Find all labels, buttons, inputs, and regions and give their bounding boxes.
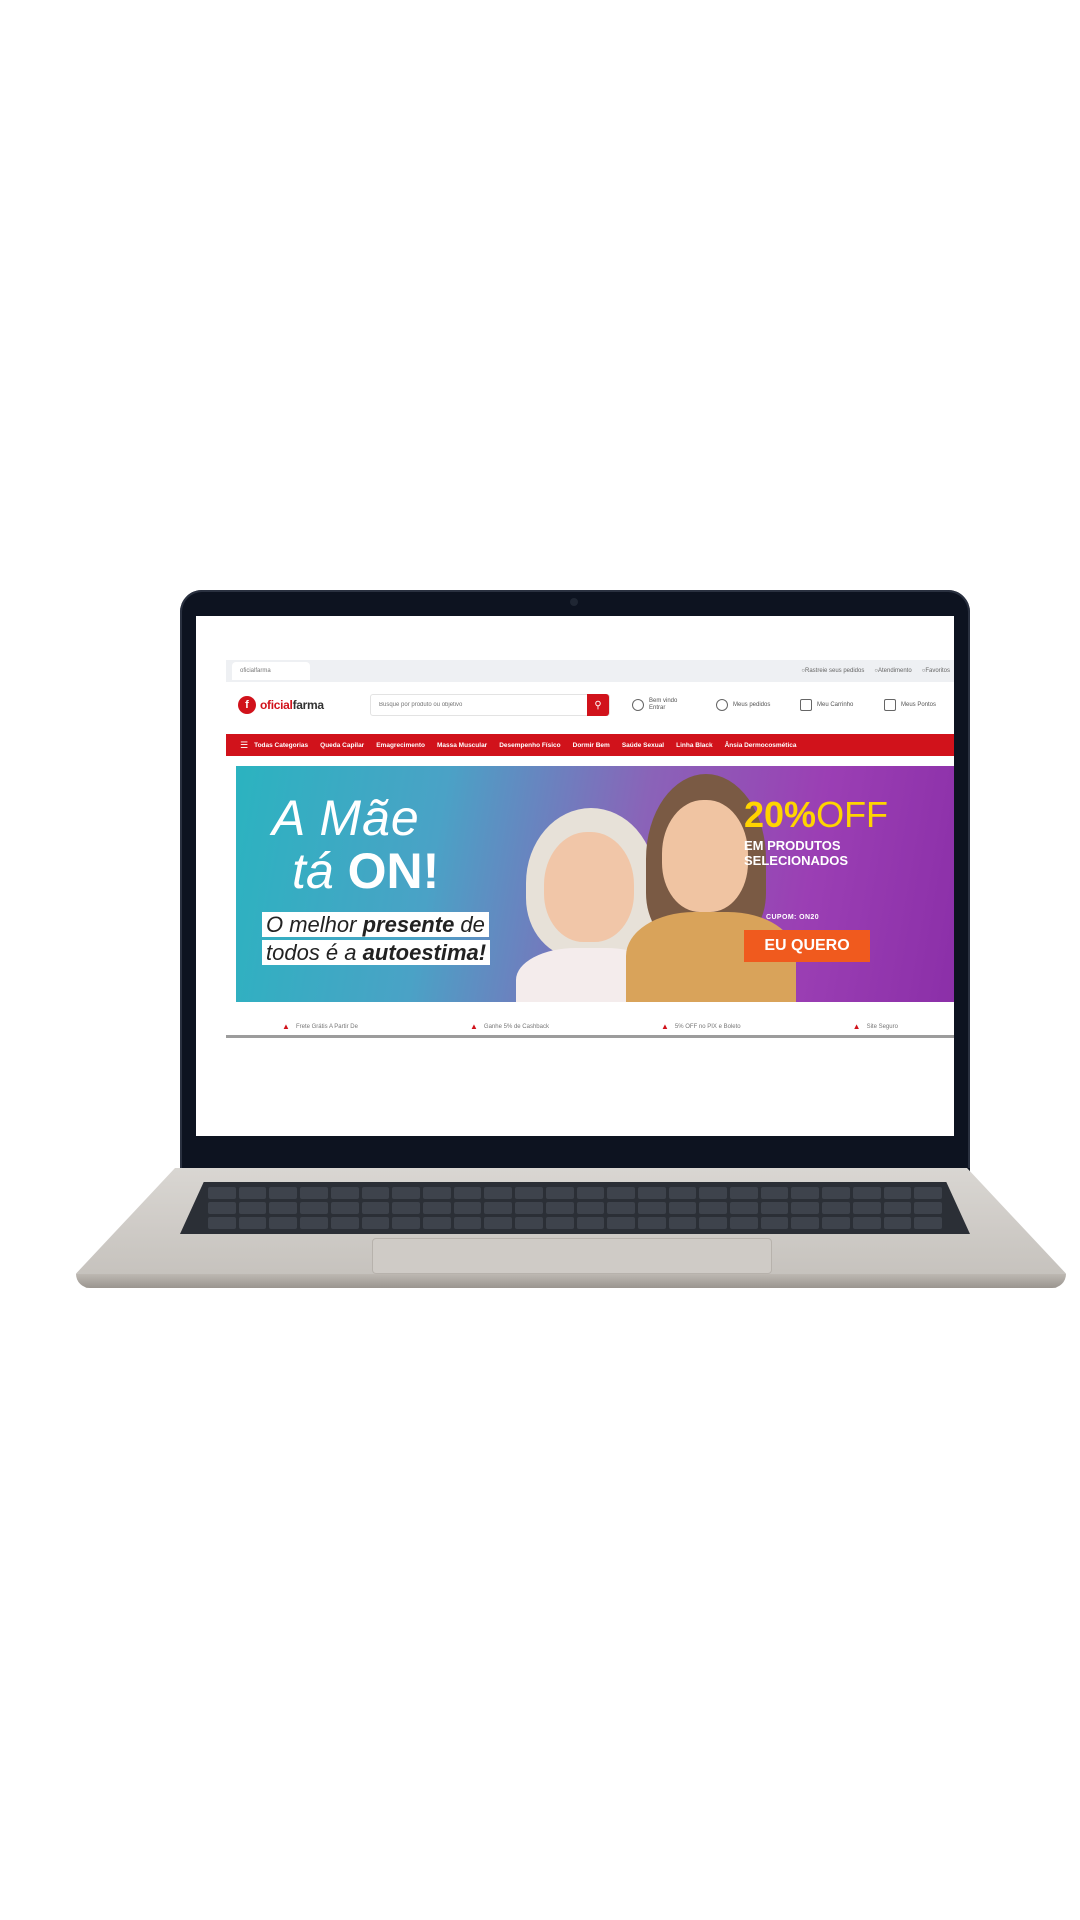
orders-label: Meus pedidos (733, 701, 771, 708)
benefit-free-shipping: ▲ Frete Grátis A Partir De (282, 1022, 358, 1031)
laptop-lid: oficialfarma Rastreie seus pedidos Atend… (180, 590, 970, 1190)
top-link-track-orders[interactable]: Rastreie seus pedidos (801, 668, 864, 674)
hero-banner[interactable]: A Mãe tá ON! O melhor presente de todos … (236, 766, 954, 1002)
benefit-pix-discount: ▲ 5% OFF no PIX e Boleto (661, 1022, 741, 1031)
menu-icon[interactable]: ☰ (240, 740, 248, 751)
offer-subtitle-2: SELECIONADOS (744, 853, 849, 868)
browser-tab[interactable]: oficialfarma (232, 662, 310, 680)
laptop-screen: oficialfarma Rastreie seus pedidos Atend… (196, 616, 954, 1136)
offer-subtitle-1: EM PRODUTOS (744, 838, 841, 853)
benefit-label: Ganhe 5% de Cashback (483, 1023, 549, 1030)
hero-title: A Mãe (272, 790, 420, 846)
nav-item-weight-loss[interactable]: Emagrecimento (376, 742, 425, 749)
discount-icon: ▲ (661, 1022, 669, 1031)
benefit-label: Frete Grátis A Partir De (295, 1023, 358, 1030)
nav-item-all-categories[interactable]: Todas Categorias (254, 742, 308, 749)
cashback-icon: ▲ (470, 1022, 478, 1031)
nav-item-hair-loss[interactable]: Queda Capilar (320, 742, 364, 749)
header-actions: Bem vindo Entrar Meus pedidos Meu Carrin… (632, 698, 952, 712)
orders-link[interactable]: Meus pedidos (716, 698, 784, 712)
top-links: Rastreie seus pedidos Atendimento Favori… (801, 668, 954, 674)
logo-text: oficialfarma (260, 698, 324, 712)
nav-item-dermocosmetics[interactable]: Ânsia Dermocosmética (725, 742, 797, 749)
product-photo: oficialfarma Rastreie seus pedidos Atend… (0, 0, 1080, 1920)
nav-item-black-line[interactable]: Linha Black (676, 742, 712, 749)
search-input[interactable] (371, 695, 587, 715)
cta-button[interactable]: EU QUERO (744, 930, 870, 962)
cart-icon (800, 699, 812, 711)
cart-link[interactable]: Meu Carrinho (800, 698, 868, 712)
cart-label: Meu Carrinho (817, 701, 854, 708)
benefit-cashback: ▲ Ganhe 5% de Cashback (470, 1022, 549, 1031)
nav-item-sexual-health[interactable]: Saúde Sexual (622, 742, 664, 749)
points-link[interactable]: Meus Pontos (884, 698, 952, 712)
mother-face (544, 832, 634, 942)
login-label: Bem vindo Entrar (649, 698, 678, 711)
points-label: Meus Pontos (901, 701, 937, 708)
coupon-code: CUPOM: ON20 (766, 914, 820, 921)
logo-icon: f (238, 696, 256, 714)
slogan-line-1: O melhor presente de (262, 912, 489, 937)
points-icon (884, 699, 896, 711)
slogan-line-2: todos é a autoestima! (262, 940, 491, 965)
search-button[interactable]: ⚲ (587, 694, 609, 716)
browser-bar: oficialfarma Rastreie seus pedidos Atend… (226, 660, 954, 682)
daughter-face (662, 800, 748, 912)
top-link-favorites[interactable]: Favoritos (922, 668, 950, 674)
nav-item-physical-performance[interactable]: Desempenho Físico (499, 742, 560, 749)
nav-item-sleep-well[interactable]: Dormir Bem (573, 742, 610, 749)
login-link[interactable]: Bem vindo Entrar (632, 698, 700, 712)
nav-item-muscle-mass[interactable]: Massa Muscular (437, 742, 487, 749)
site-logo[interactable]: f oficialfarma (226, 696, 356, 714)
shield-icon: ▲ (852, 1022, 861, 1031)
orders-icon (716, 699, 728, 711)
user-icon (632, 699, 644, 711)
top-link-support[interactable]: Atendimento (874, 668, 912, 674)
benefit-secure-site: ▲ Site Seguro (853, 1022, 898, 1031)
laptop-keyboard (180, 1182, 970, 1234)
search-icon: ⚲ (594, 699, 602, 711)
laptop-base-rim (76, 1274, 1066, 1288)
benefit-label: 5% OFF no PIX e Boleto (674, 1023, 741, 1030)
site-header: f oficialfarma ⚲ Bem vindo Entrar (226, 690, 954, 720)
benefit-label: Site Seguro (866, 1023, 898, 1030)
hero-title-line2: tá ON! (292, 843, 440, 899)
category-nav: ☰ Todas Categorias Queda Capilar Emagrec… (226, 734, 954, 756)
truck-icon: ▲ (282, 1022, 290, 1031)
laptop-trackpad (372, 1238, 772, 1274)
hero-offer: 20%OFF EM PRODUTOS SELECIONADOS (744, 794, 889, 869)
offer-percentage: 20%OFF (744, 794, 889, 835)
hero-slogan: O melhor presente de todos é a autoestim… (262, 912, 491, 968)
search-box: ⚲ (370, 694, 610, 716)
benefits-bar: ▲ Frete Grátis A Partir De ▲ Ganhe 5% de… (226, 1012, 954, 1038)
camera-icon (570, 598, 578, 606)
